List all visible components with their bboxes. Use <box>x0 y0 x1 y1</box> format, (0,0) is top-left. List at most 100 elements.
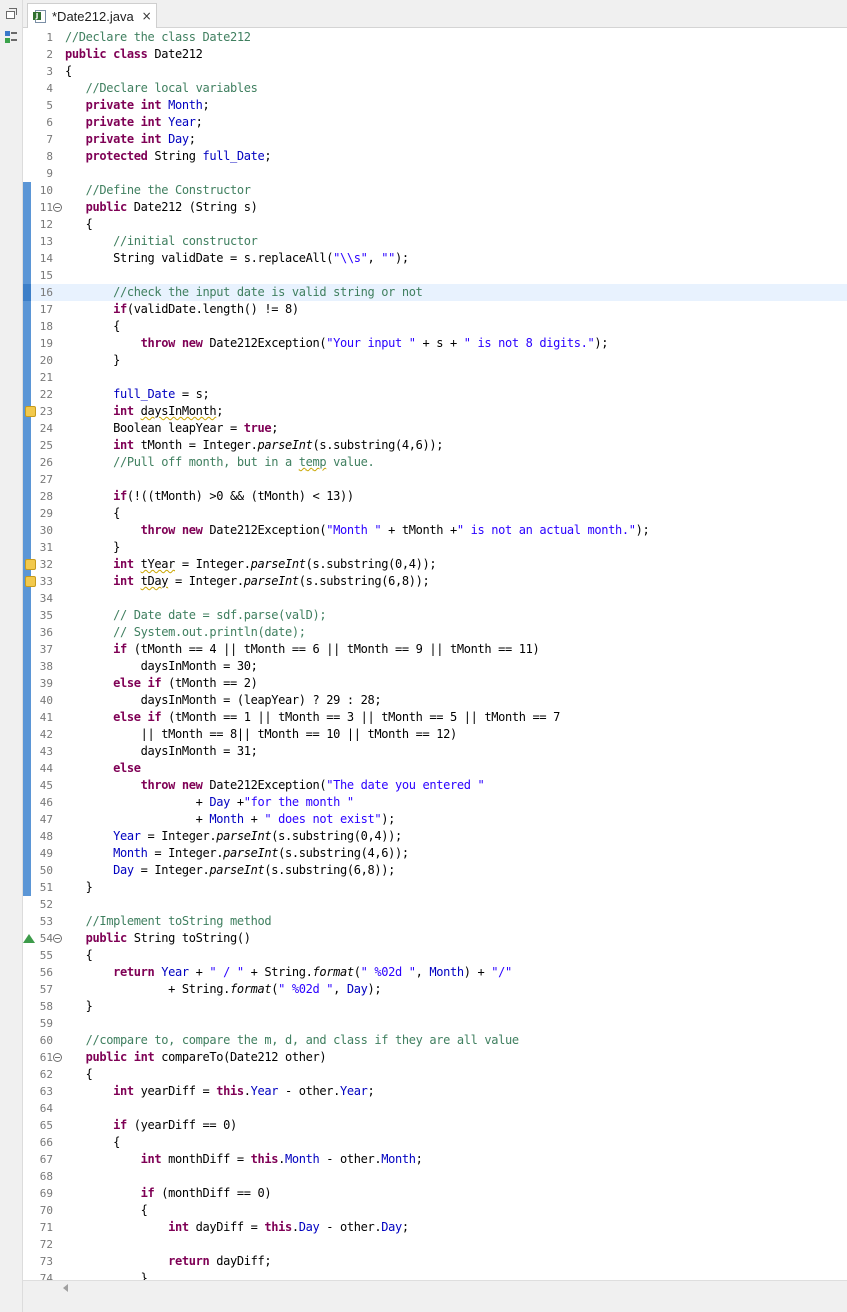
code-line[interactable]: 71 int dayDiff = this.Day - other.Day; <box>23 1219 847 1236</box>
line-number: 7 <box>46 133 53 146</box>
code-line[interactable]: 37 if (tMonth == 4 || tMonth == 6 || tMo… <box>23 641 847 658</box>
line-number: 22 <box>39 388 53 401</box>
code-text: public int compareTo(Date212 other) <box>85 1050 327 1064</box>
scroll-left-arrow-icon[interactable] <box>63 1284 68 1292</box>
code-text: daysInMonth = (leapYear) ? 29 : 28; <box>65 693 382 707</box>
code-line[interactable]: 8 protected String full_Date; <box>23 148 847 165</box>
code-line[interactable]: 70 { <box>23 1202 847 1219</box>
code-line[interactable]: 28 if(!((tMonth) >0 && (tMonth) < 13)) <box>23 488 847 505</box>
code-line[interactable]: 5 private int Month; <box>23 97 847 114</box>
code-line[interactable]: 18 { <box>23 318 847 335</box>
editor-bottom-area <box>23 1294 847 1312</box>
code-line[interactable]: 44 else <box>23 760 847 777</box>
code-line[interactable]: 69 if (monthDiff == 0) <box>23 1185 847 1202</box>
tab-date212-java[interactable]: J *Date212.java × <box>27 3 157 28</box>
outline-view-icon[interactable] <box>5 31 17 43</box>
code-line[interactable]: 32 int tYear = Integer.parseInt(s.substr… <box>23 556 847 573</box>
code-line[interactable]: 57 + String.format(" %02d ", Day); <box>23 981 847 998</box>
code-line[interactable]: 35 // Date date = sdf.parse(valD); <box>23 607 847 624</box>
code-line[interactable]: 68 <box>23 1168 847 1185</box>
code-line[interactable]: 67 int monthDiff = this.Month - other.Mo… <box>23 1151 847 1168</box>
code-line[interactable]: 48 Year = Integer.parseInt(s.substring(0… <box>23 828 847 845</box>
code-line[interactable]: 27 <box>23 471 847 488</box>
code-line[interactable]: 11 public Date212 (String s) <box>23 199 847 216</box>
code-line[interactable]: 66 { <box>23 1134 847 1151</box>
code-line[interactable]: 25 int tMonth = Integer.parseInt(s.subst… <box>23 437 847 454</box>
code-line[interactable]: 54 public String toString() <box>23 930 847 947</box>
line-number: 52 <box>39 898 53 911</box>
code-line[interactable]: 39 else if (tMonth == 2) <box>23 675 847 692</box>
code-line[interactable]: 21 <box>23 369 847 386</box>
code-line[interactable]: 47 + Month + " does not exist"); <box>23 811 847 828</box>
code-line[interactable]: 63 int yearDiff = this.Year - other.Year… <box>23 1083 847 1100</box>
code-line[interactable]: 14 String validDate = s.replaceAll("\\s"… <box>23 250 847 267</box>
code-line[interactable]: 56 return Year + " / " + String.format("… <box>23 964 847 981</box>
code-line[interactable]: 59 <box>23 1015 847 1032</box>
code-line[interactable]: 7 private int Day; <box>23 131 847 148</box>
change-marker <box>23 199 31 216</box>
code-line[interactable]: 3{ <box>23 63 847 80</box>
code-line[interactable]: 33 int tDay = Integer.parseInt(s.substri… <box>23 573 847 590</box>
code-line[interactable]: 16 //check the input date is valid strin… <box>23 284 847 301</box>
change-marker <box>23 794 31 811</box>
code-line[interactable]: 15 <box>23 267 847 284</box>
code-line[interactable]: 10 //Define the Constructor <box>23 182 847 199</box>
code-line[interactable]: 22 full_Date = s; <box>23 386 847 403</box>
code-line[interactable]: 36 // System.out.println(date); <box>23 624 847 641</box>
code-line[interactable]: 1 //Declare the class Date212 <box>23 29 847 46</box>
code-text: int tDay = Integer.parseInt(s.substring(… <box>113 574 430 588</box>
fold-toggle-icon[interactable] <box>53 1053 62 1062</box>
code-line[interactable]: 65 if (yearDiff == 0) <box>23 1117 847 1134</box>
code-line[interactable]: 29 { <box>23 505 847 522</box>
code-line[interactable]: 49 Month = Integer.parseInt(s.substring(… <box>23 845 847 862</box>
code-line[interactable]: 61 public int compareTo(Date212 other) <box>23 1049 847 1066</box>
code-line[interactable]: 12 { <box>23 216 847 233</box>
code-text: + Day +"for the month " <box>65 795 354 809</box>
code-line[interactable]: 9 <box>23 165 847 182</box>
code-line[interactable]: 6 private int Year; <box>23 114 847 131</box>
code-line[interactable]: 19 throw new Date212Exception("Your inpu… <box>23 335 847 352</box>
code-line[interactable]: 46 + Day +"for the month " <box>23 794 847 811</box>
code-text: } <box>65 353 120 367</box>
code-line[interactable]: 60 //compare to, compare the m, d, and c… <box>23 1032 847 1049</box>
code-line[interactable]: 30 throw new Date212Exception("Month " +… <box>23 522 847 539</box>
code-line[interactable]: 40 daysInMonth = (leapYear) ? 29 : 28; <box>23 692 847 709</box>
code-line[interactable]: 13 //initial constructor <box>23 233 847 250</box>
code-text: private int Year; <box>85 115 203 129</box>
horizontal-scrollbar[interactable] <box>23 1280 847 1294</box>
fold-toggle-icon[interactable] <box>53 203 62 212</box>
line-number: 42 <box>39 728 53 741</box>
code-line[interactable]: 26 //Pull off month, but in a temp value… <box>23 454 847 471</box>
code-line[interactable]: 51 } <box>23 879 847 896</box>
code-line[interactable]: 50 Day = Integer.parseInt(s.substring(6,… <box>23 862 847 879</box>
code-line[interactable]: 64 <box>23 1100 847 1117</box>
code-line[interactable]: 45 throw new Date212Exception("The date … <box>23 777 847 794</box>
close-icon[interactable]: × <box>142 9 152 23</box>
code-line[interactable]: 34 <box>23 590 847 607</box>
code-line[interactable]: 43 daysInMonth = 31; <box>23 743 847 760</box>
code-line[interactable]: 41 else if (tMonth == 1 || tMonth == 3 |… <box>23 709 847 726</box>
code-line[interactable]: 52 <box>23 896 847 913</box>
restore-window-icon[interactable] <box>5 8 17 20</box>
code-line[interactable]: 24 Boolean leapYear = true; <box>23 420 847 437</box>
code-line[interactable]: 58 } <box>23 998 847 1015</box>
code-line[interactable]: 38 daysInMonth = 30; <box>23 658 847 675</box>
code-line[interactable]: 23 int daysInMonth; <box>23 403 847 420</box>
code-line[interactable]: 2 public class Date212 <box>23 46 847 63</box>
code-editor[interactable]: 1 //Declare the class Date212 2 public clas… <box>23 28 847 1280</box>
code-line[interactable]: 17 if(validDate.length() != 8) <box>23 301 847 318</box>
code-line[interactable]: 53 //Implement toString method <box>23 913 847 930</box>
code-line[interactable]: 74 } <box>23 1270 847 1280</box>
line-number: 63 <box>39 1085 53 1098</box>
code-line[interactable]: 20 } <box>23 352 847 369</box>
fold-toggle-icon[interactable] <box>53 934 62 943</box>
code-line[interactable]: 73 return dayDiff; <box>23 1253 847 1270</box>
code-line[interactable]: 4 //Declare local variables <box>23 80 847 97</box>
code-line[interactable]: 42 || tMonth == 8|| tMonth == 10 || tMon… <box>23 726 847 743</box>
code-text: protected String full_Date; <box>85 149 272 163</box>
code-text: return Year + " / " + String.format(" %0… <box>113 965 512 979</box>
code-line[interactable]: 62 { <box>23 1066 847 1083</box>
code-line[interactable]: 31 } <box>23 539 847 556</box>
code-line[interactable]: 55 { <box>23 947 847 964</box>
code-line[interactable]: 72 <box>23 1236 847 1253</box>
